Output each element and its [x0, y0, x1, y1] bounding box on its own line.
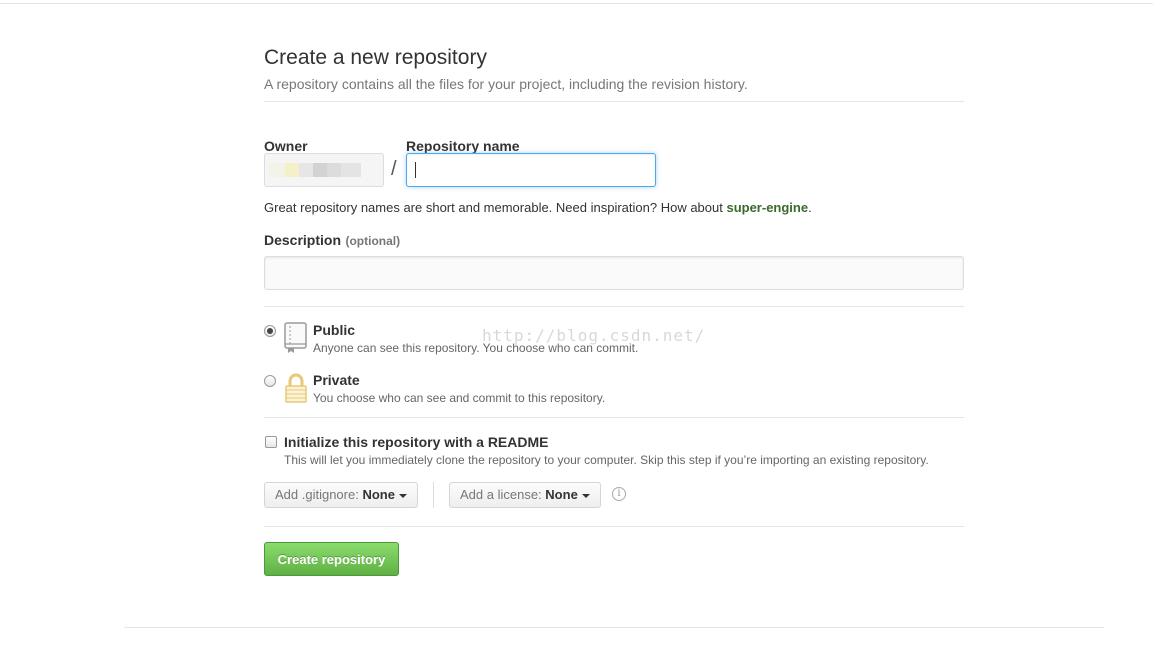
description-input[interactable]: [264, 256, 964, 290]
text-cursor: [415, 162, 416, 178]
gitignore-value: None: [362, 487, 395, 502]
watermark-text: http://blog.csdn.net/: [482, 326, 706, 345]
visibility-private-option[interactable]: Private You choose who can see and commi…: [264, 372, 964, 412]
gitignore-caret-icon: [398, 493, 407, 498]
submit-row: Create repository: [264, 542, 964, 576]
owner-avatar-blur: [285, 163, 299, 177]
repo-name-label: Repository name: [406, 138, 520, 154]
readme-checkbox[interactable]: [265, 436, 277, 448]
top-border: [0, 0, 1153, 4]
owner-repo-separator: /: [391, 158, 397, 180]
description-divider: [264, 306, 964, 307]
repo-name-input[interactable]: [406, 153, 656, 187]
license-dropdown[interactable]: Add a license: None: [449, 482, 601, 508]
owner-name-blur: [341, 163, 361, 177]
owner-avatar-blur: [269, 163, 285, 177]
info-icon[interactable]: i: [612, 487, 626, 501]
private-description: You choose who can see and commit to thi…: [313, 391, 606, 405]
name-suggestion-link[interactable]: super-engine: [726, 200, 808, 215]
lock-icon: [285, 373, 307, 403]
owner-name-blur: [313, 163, 327, 177]
repo-book-icon: [284, 322, 307, 353]
gitignore-dropdown[interactable]: Add .gitignore: None: [264, 482, 418, 508]
description-label: Description: [264, 232, 342, 248]
name-hint-suffix: .: [808, 200, 812, 215]
readme-description: This will let you immediately clone the …: [284, 453, 929, 467]
license-caret-icon: [581, 493, 590, 498]
dropdown-separator: [433, 482, 434, 508]
footer-divider: [124, 627, 1104, 628]
description-label-row: Description (optional): [264, 232, 964, 250]
owner-label: Owner: [264, 138, 308, 154]
readme-title: Initialize this repository with a README: [284, 434, 549, 450]
private-title: Private: [313, 372, 360, 388]
owner-repo-row: /: [264, 153, 964, 189]
license-prefix: Add a license:: [460, 487, 542, 502]
page-subtitle: A repository contains all the files for …: [264, 76, 748, 92]
description-optional-label: (optional): [345, 234, 401, 248]
public-title: Public: [313, 322, 356, 338]
page-title: Create a new repository: [264, 46, 487, 69]
new-repo-form: Create a new repository A repository con…: [264, 44, 964, 576]
owner-select[interactable]: [264, 153, 384, 187]
name-hint: Great repository names are short and mem…: [264, 200, 964, 215]
name-hint-text: Great repository names are short and mem…: [264, 200, 727, 215]
private-radio[interactable]: [264, 375, 276, 387]
owner-name-blur: [327, 163, 341, 177]
readme-option[interactable]: Initialize this repository with a README…: [264, 434, 964, 470]
visibility-divider: [264, 417, 964, 418]
options-divider: [264, 526, 964, 527]
gitignore-license-row: Add .gitignore: None Add a license: None…: [264, 482, 964, 508]
header-divider: [264, 101, 964, 102]
owner-name-blur: [299, 163, 313, 177]
gitignore-prefix: Add .gitignore:: [275, 487, 359, 502]
public-radio[interactable]: [264, 325, 276, 337]
create-repository-button[interactable]: Create repository: [264, 542, 399, 576]
license-value: None: [545, 487, 578, 502]
